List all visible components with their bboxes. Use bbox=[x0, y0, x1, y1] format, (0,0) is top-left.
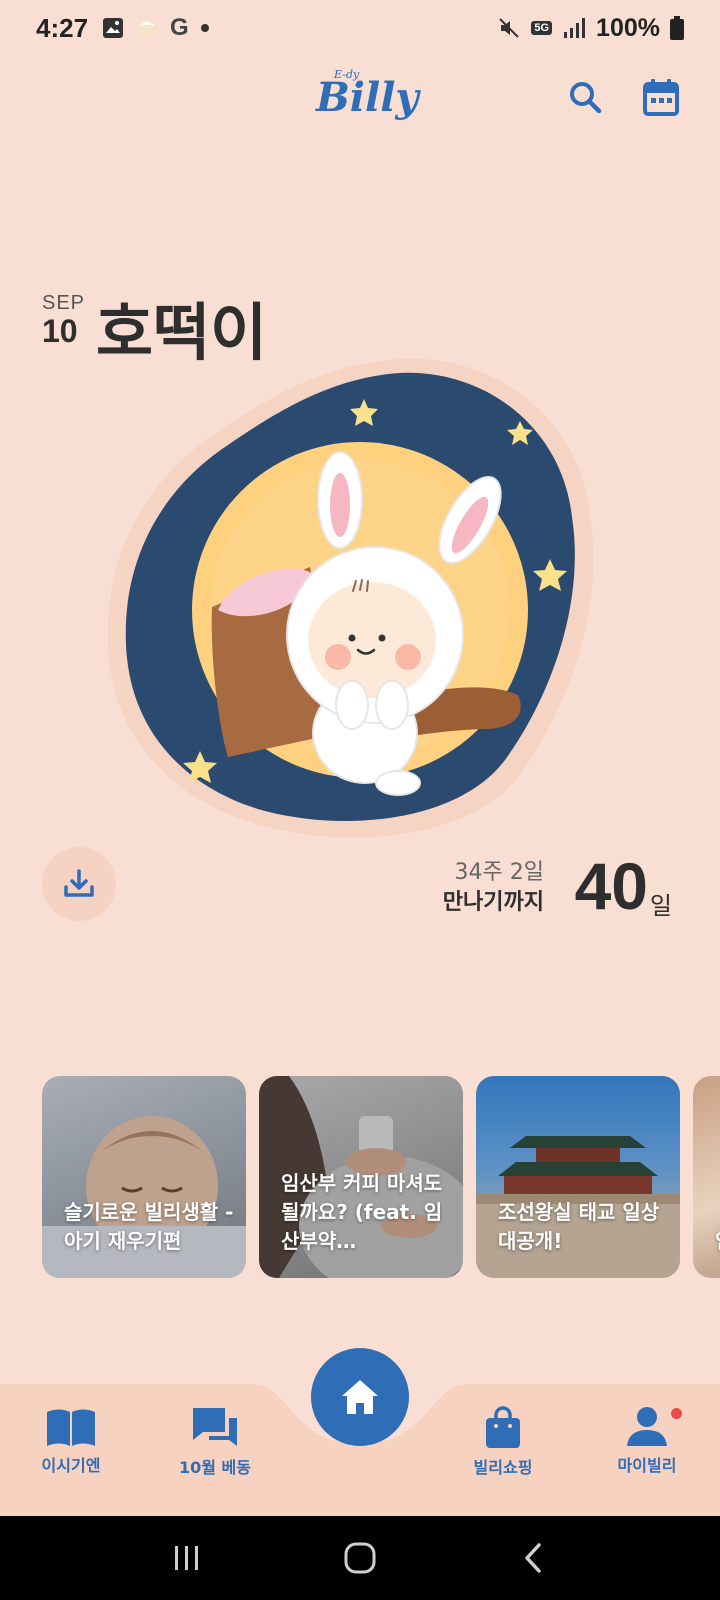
gallery-icon bbox=[103, 18, 124, 38]
calendar-button[interactable] bbox=[638, 74, 684, 120]
nav-item-my-billy[interactable]: 마이빌리 bbox=[592, 1406, 702, 1496]
download-icon bbox=[64, 869, 94, 897]
search-button[interactable] bbox=[562, 74, 608, 120]
logo-text: Billy bbox=[316, 74, 419, 121]
notification-badge bbox=[671, 1408, 682, 1419]
content-carousel[interactable]: 슬기로운 빌리생활 - 아기 재우기편 임산부 커피 마셔도 될까요? (fea… bbox=[42, 1076, 720, 1280]
google-icon: G bbox=[170, 14, 189, 41]
card-title: 임 bbox=[715, 1227, 720, 1256]
home-button[interactable] bbox=[311, 1348, 409, 1446]
baby-bunny-illustration bbox=[107, 358, 594, 838]
nav-item-this-period[interactable]: 이시기엔 bbox=[16, 1406, 126, 1496]
bottom-navigation: 이시기엔 10월 베동 빌리쇼핑 마이빌리 bbox=[0, 1348, 720, 1516]
content-card[interactable]: 슬기로운 빌리생활 - 아기 재우기편 bbox=[42, 1076, 246, 1278]
person-icon bbox=[627, 1407, 667, 1446]
battery-icon bbox=[670, 16, 684, 40]
chat-icon bbox=[193, 1408, 237, 1446]
system-navigation-bar bbox=[0, 1516, 720, 1600]
due-day: 10 bbox=[42, 313, 78, 349]
days-unit: 일 bbox=[649, 892, 672, 920]
due-date: SEP 10 bbox=[42, 292, 92, 350]
system-home-icon bbox=[344, 1542, 376, 1574]
notification-dot-icon bbox=[200, 24, 209, 32]
recent-apps-button[interactable] bbox=[157, 1528, 217, 1588]
billy-logo: E-dy Billy bbox=[312, 64, 419, 136]
status-bar: 4:27 G 5G 100% bbox=[0, 0, 720, 56]
due-countdown: 34주 2일 만나기까지 40 일 bbox=[412, 848, 672, 928]
content-card[interactable]: 임 bbox=[693, 1076, 720, 1278]
days-remaining: 40 bbox=[574, 849, 648, 923]
countdown-label: 만나기까지 bbox=[442, 890, 544, 915]
book-icon bbox=[47, 1409, 95, 1446]
search-icon bbox=[570, 82, 602, 114]
content-card[interactable]: 임산부 커피 마셔도 될까요? (feat. 임산부약… bbox=[259, 1076, 463, 1278]
card-title: 임산부 커피 마셔도 될까요? (feat. 임산부약… bbox=[281, 1171, 443, 1253]
back-button[interactable] bbox=[503, 1528, 563, 1588]
pregnancy-week: 34주 2일 bbox=[454, 860, 544, 885]
home-icon bbox=[342, 1380, 378, 1414]
battery-level: 100% bbox=[596, 13, 660, 42]
download-button[interactable] bbox=[42, 847, 116, 921]
mute-vibrate-icon bbox=[499, 18, 520, 38]
signal-icon bbox=[564, 18, 586, 38]
baby-face-icon bbox=[138, 20, 157, 38]
network-type-icon: 5G bbox=[531, 21, 553, 35]
nav-item-community[interactable]: 10월 베동 bbox=[160, 1406, 270, 1496]
nav-label: 10월 베동 bbox=[179, 1458, 251, 1477]
card-title: 조선왕실 태교 일상 대공개! bbox=[498, 1200, 660, 1253]
content-card[interactable]: 조선왕실 태교 일상 대공개! bbox=[476, 1076, 680, 1278]
calendar-icon bbox=[643, 79, 679, 116]
system-home-button[interactable] bbox=[330, 1528, 390, 1588]
top-bar: E-dy Billy bbox=[0, 56, 720, 146]
nav-label: 빌리쇼핑 bbox=[473, 1458, 533, 1477]
nav-item-shopping[interactable]: 빌리쇼핑 bbox=[448, 1406, 558, 1496]
nav-label: 이시기엔 bbox=[41, 1456, 101, 1475]
card-title: 슬기로운 빌리생활 - 아기 재우기편 bbox=[64, 1200, 234, 1253]
shopping-bag-icon bbox=[486, 1406, 520, 1448]
due-month: SEP bbox=[42, 292, 86, 314]
nav-label: 마이빌리 bbox=[617, 1456, 677, 1475]
status-time: 4:27 bbox=[36, 12, 89, 43]
back-icon bbox=[525, 1543, 542, 1573]
recent-apps-icon bbox=[174, 1546, 198, 1570]
